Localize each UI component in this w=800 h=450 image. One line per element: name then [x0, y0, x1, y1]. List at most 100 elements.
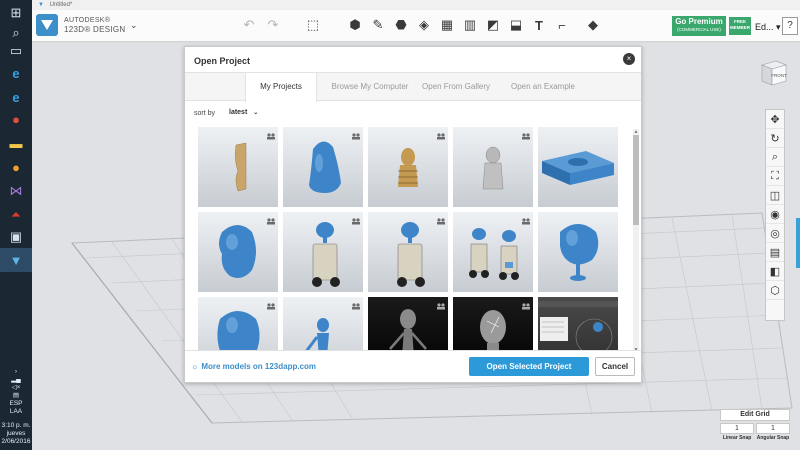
- open-project-dialog: Open Project × My Projects Browse My Com…: [184, 46, 642, 383]
- materials-icon[interactable]: ◉: [766, 205, 784, 224]
- premium-label: Go Premium: [675, 17, 723, 26]
- edit-grid-panel: Edit Grid 1 1 Linear Snap Angular Snap: [720, 409, 790, 441]
- linear-snap-input[interactable]: 1: [720, 423, 754, 434]
- scrollbar-thumb[interactable]: [633, 135, 639, 225]
- free-member-badge: FREE MEMBER: [729, 17, 751, 35]
- construct-tool-icon[interactable]: ⬣: [392, 16, 410, 34]
- internet-explorer-icon[interactable]: e: [6, 88, 26, 106]
- app-small-icon: ▼: [38, 2, 44, 8]
- angular-snap-input[interactable]: 1: [756, 423, 790, 434]
- task-view-icon[interactable]: ▭: [6, 42, 26, 60]
- file-explorer-icon[interactable]: ▬: [6, 134, 26, 152]
- project-grid: [198, 127, 620, 352]
- material-tool-icon[interactable]: ◆: [584, 16, 602, 34]
- project-thumbnail[interactable]: [453, 297, 533, 352]
- edit-grid-button[interactable]: Edit Grid: [720, 409, 790, 421]
- project-thumbnail[interactable]: [368, 297, 448, 352]
- pattern-tool-icon[interactable]: ▦: [438, 16, 456, 34]
- perspective-icon[interactable]: ◫: [766, 186, 784, 205]
- redo-icon[interactable]: ↷: [264, 16, 282, 34]
- zoom-icon[interactable]: ⌕: [766, 148, 784, 167]
- notification-icon[interactable]: ▤: [0, 392, 32, 400]
- viewcube[interactable]: FRONT: [756, 55, 790, 89]
- primitives-tool-icon[interactable]: ⬢: [346, 16, 364, 34]
- windows-taskbar: ⊞ ⌕ ▭ e e ● ▬ ● ⋈ ⏶ ▣ ▼ › ▂▄ ◁× ▤ ESP LA…: [0, 0, 32, 450]
- close-icon[interactable]: ×: [623, 53, 635, 65]
- text-tool-icon[interactable]: T: [530, 16, 548, 34]
- tab-open-an-example[interactable]: Open an Example: [503, 73, 583, 101]
- network-icon[interactable]: ▂▄: [0, 376, 32, 384]
- main-toolbar: AUTODESK® 123D® DESIGN ⌄ ↶ ↷ ⬚ ⬢ ✎ ⬣ ◈ ▦…: [32, 10, 800, 42]
- snap-tool-icon[interactable]: ⌐: [553, 16, 571, 34]
- lightbulb-icon: ☼: [191, 362, 199, 371]
- search-icon[interactable]: ⌕: [6, 24, 26, 42]
- project-thumbnail[interactable]: [198, 297, 278, 352]
- more-models-label: More models on 123dapp.com: [201, 362, 317, 371]
- tab-open-from-gallery[interactable]: Open From Gallery: [417, 73, 495, 101]
- user-menu[interactable]: Ed... ▾: [755, 22, 781, 33]
- go-premium-button[interactable]: Go Premium (COMMERCIAL USE): [672, 16, 726, 36]
- project-thumbnail[interactable]: [198, 127, 278, 207]
- user-chevron-icon: ▾: [776, 22, 781, 32]
- photos-icon[interactable]: ▣: [6, 228, 26, 246]
- tab-my-projects[interactable]: My Projects: [245, 73, 317, 102]
- brand-line2: 123D® DESIGN: [64, 25, 126, 34]
- visual-studio-icon[interactable]: ⋈: [6, 182, 26, 200]
- chrome-icon[interactable]: ●: [6, 110, 26, 128]
- project-thumbnail[interactable]: [283, 127, 363, 207]
- language-code[interactable]: ESP: [0, 400, 32, 408]
- transform-tool-icon[interactable]: ⬚: [304, 16, 322, 34]
- sort-value: latest: [229, 109, 248, 116]
- help-button[interactable]: ?: [782, 17, 798, 35]
- open-selected-project-button[interactable]: Open Selected Project: [469, 357, 589, 376]
- combine-tool-icon[interactable]: ◩: [484, 16, 502, 34]
- edge-browser-icon[interactable]: e: [6, 64, 26, 82]
- project-thumbnail[interactable]: [198, 212, 278, 292]
- wireframe-icon[interactable]: ⬡: [766, 281, 784, 300]
- 123d-design-taskbar-icon[interactable]: ▼: [6, 251, 26, 269]
- project-thumbnail[interactable]: [538, 297, 618, 352]
- project-grid-scrollbar[interactable]: ▲ ▼: [633, 129, 639, 353]
- user-name: Ed...: [755, 22, 774, 32]
- orbit-icon[interactable]: ↻: [766, 129, 784, 148]
- project-thumbnail[interactable]: [283, 297, 363, 352]
- modify-tool-icon[interactable]: ◈: [415, 16, 433, 34]
- keyboard-layout[interactable]: LAA: [0, 408, 32, 416]
- acrobat-icon[interactable]: ⏶: [6, 206, 26, 224]
- dialog-header: Open Project ×: [185, 47, 641, 73]
- navigation-bar: ✥ ↻ ⌕ ⛶ ◫ ◉ ◎ ▤ ◧ ⬡: [765, 109, 785, 321]
- sort-dropdown[interactable]: latest ⌄: [229, 109, 258, 116]
- volume-icon[interactable]: ◁×: [0, 384, 32, 392]
- windows-start-icon[interactable]: ⊞: [6, 4, 26, 22]
- dialog-tabs: My Projects Browse My Computer Open From…: [185, 73, 641, 102]
- project-thumbnail[interactable]: [538, 127, 618, 207]
- side-panel-handle[interactable]: [796, 218, 800, 268]
- undo-icon[interactable]: ↶: [240, 16, 258, 34]
- clock-time[interactable]: 3:10 p. m.: [0, 422, 32, 430]
- project-thumbnail[interactable]: [453, 127, 533, 207]
- measure-tool-icon[interactable]: ⬓: [507, 16, 525, 34]
- clock-day: jueves: [6, 430, 26, 437]
- solid-outline-icon[interactable]: ◧: [766, 262, 784, 281]
- fit-icon[interactable]: ⛶: [766, 167, 784, 186]
- grouping-tool-icon[interactable]: ▥: [461, 16, 479, 34]
- app-logo[interactable]: [36, 14, 58, 36]
- grid-toggle-icon[interactable]: ▤: [766, 243, 784, 262]
- cancel-button[interactable]: Cancel: [595, 357, 635, 376]
- project-thumbnail[interactable]: [453, 212, 533, 292]
- tray-chevron-icon[interactable]: ›: [0, 368, 32, 376]
- app-menu-chevron-icon[interactable]: ⌄: [130, 20, 138, 31]
- project-thumbnail[interactable]: [368, 127, 448, 207]
- firefox-icon[interactable]: ●: [6, 158, 26, 176]
- visibility-icon[interactable]: ◎: [766, 224, 784, 243]
- project-thumbnail[interactable]: [368, 212, 448, 292]
- viewcube-front-label: FRONT: [771, 73, 787, 78]
- pan-icon[interactable]: ✥: [766, 110, 784, 129]
- tab-browse-my-computer[interactable]: Browse My Computer: [325, 73, 415, 101]
- window-titlebar: ▼ Untitled*: [32, 0, 800, 10]
- more-models-link[interactable]: ☼ More models on 123dapp.com: [191, 362, 316, 371]
- project-thumbnail[interactable]: [538, 212, 618, 292]
- project-thumbnail[interactable]: [283, 212, 363, 292]
- sketch-tool-icon[interactable]: ✎: [369, 16, 387, 34]
- clock-date: 2/06/2016: [1, 438, 31, 445]
